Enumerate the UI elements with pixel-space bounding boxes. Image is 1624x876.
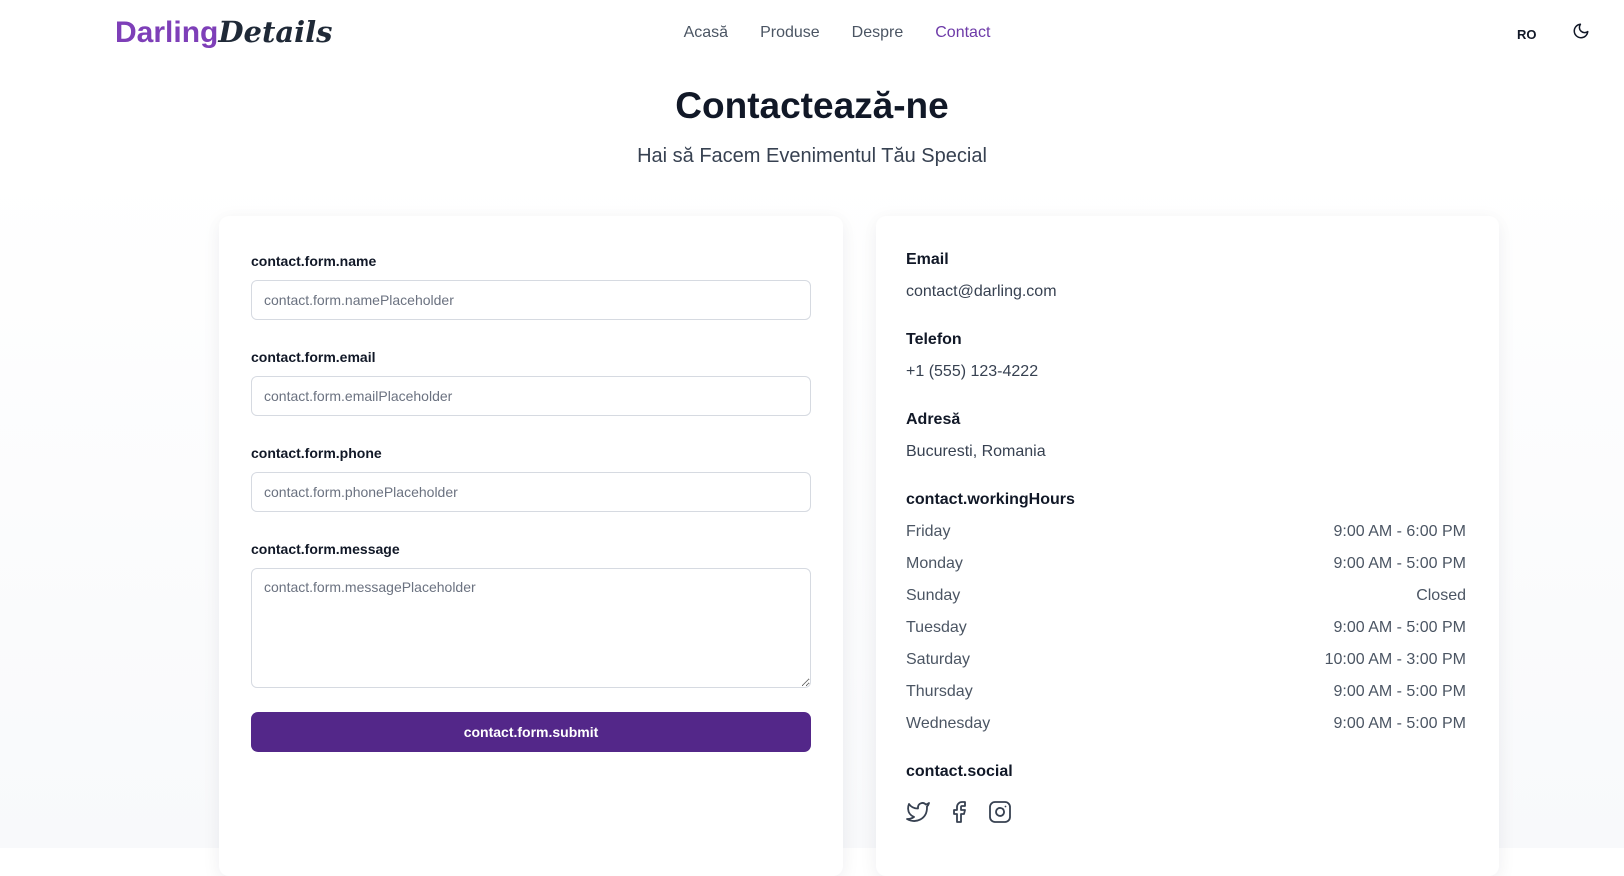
- hours-row: Monday 9:00 AM - 5:00 PM: [906, 553, 1466, 575]
- facebook-icon[interactable]: [947, 800, 971, 824]
- contact-info-card: Email contact@darling.com Telefon +1 (55…: [876, 216, 1499, 876]
- moon-icon: [1572, 22, 1592, 40]
- social-label: contact.social: [906, 763, 1013, 780]
- theme-toggle-button[interactable]: [1572, 22, 1592, 42]
- name-input[interactable]: [251, 280, 811, 320]
- hours-row: Tuesday 9:00 AM - 5:00 PM: [906, 617, 1466, 639]
- hours-time: Closed: [1416, 587, 1466, 604]
- language-switcher[interactable]: RO: [1517, 26, 1537, 44]
- message-textarea[interactable]: [251, 568, 811, 688]
- hours-time: 9:00 AM - 5:00 PM: [1333, 555, 1466, 572]
- email-label: contact.form.email: [251, 349, 376, 365]
- name-label: contact.form.name: [251, 253, 377, 269]
- working-hours-label: contact.workingHours: [906, 491, 1075, 508]
- page-subtitle: Hai să Facem Evenimentul Tău Special: [637, 145, 987, 167]
- hours-time: 9:00 AM - 5:00 PM: [1333, 683, 1466, 700]
- hours-row: Thursday 9:00 AM - 5:00 PM: [906, 681, 1466, 703]
- social-links: [906, 800, 1012, 824]
- phone-input[interactable]: [251, 472, 811, 512]
- email-input[interactable]: [251, 376, 811, 416]
- hours-day: Friday: [906, 523, 951, 540]
- nav-item-despre[interactable]: Despre: [852, 22, 904, 44]
- address-info-label: Adresă: [906, 411, 961, 428]
- nav-item-contact[interactable]: Contact: [935, 22, 990, 44]
- hours-row: Saturday 10:00 AM - 3:00 PM: [906, 649, 1466, 671]
- hours-day: Saturday: [906, 651, 971, 668]
- hours-day: Tuesday: [906, 619, 967, 636]
- hours-day: Monday: [906, 555, 963, 572]
- submit-button[interactable]: contact.form.submit: [251, 712, 811, 752]
- email-info-value: contact@darling.com: [906, 283, 1057, 300]
- message-label: contact.form.message: [251, 541, 400, 557]
- phone-info-label: Telefon: [906, 331, 962, 348]
- contact-form-card: contact.form.name contact.form.email con…: [219, 216, 843, 876]
- phone-info-value: +1 (555) 123-4222: [906, 363, 1039, 380]
- phone-label: contact.form.phone: [251, 445, 382, 461]
- nav-item-acasa[interactable]: Acasă: [684, 22, 728, 44]
- hours-day: Sunday: [906, 587, 961, 604]
- email-info-label: Email: [906, 251, 949, 268]
- site-header: DarlingDetails Acasă Produse Despre Cont…: [0, 0, 1624, 66]
- hours-day: Wednesday: [906, 715, 991, 732]
- hours-time: 10:00 AM - 3:00 PM: [1324, 651, 1466, 668]
- twitter-icon[interactable]: [906, 800, 930, 824]
- hours-time: 9:00 AM - 5:00 PM: [1333, 619, 1466, 636]
- hours-row: Sunday Closed: [906, 585, 1466, 607]
- main-nav: Acasă Produse Despre Contact: [0, 22, 1624, 44]
- page-title: Contactează-ne: [675, 85, 949, 126]
- nav-item-produse[interactable]: Produse: [760, 22, 820, 44]
- address-info-value: Bucuresti, Romania: [906, 443, 1046, 460]
- hours-time: 9:00 AM - 5:00 PM: [1333, 715, 1466, 732]
- hours-day: Thursday: [906, 683, 973, 700]
- hours-row: Friday 9:00 AM - 6:00 PM: [906, 521, 1466, 543]
- instagram-icon[interactable]: [988, 800, 1012, 824]
- hours-row: Wednesday 9:00 AM - 5:00 PM: [906, 713, 1466, 735]
- hours-time: 9:00 AM - 6:00 PM: [1333, 523, 1466, 540]
